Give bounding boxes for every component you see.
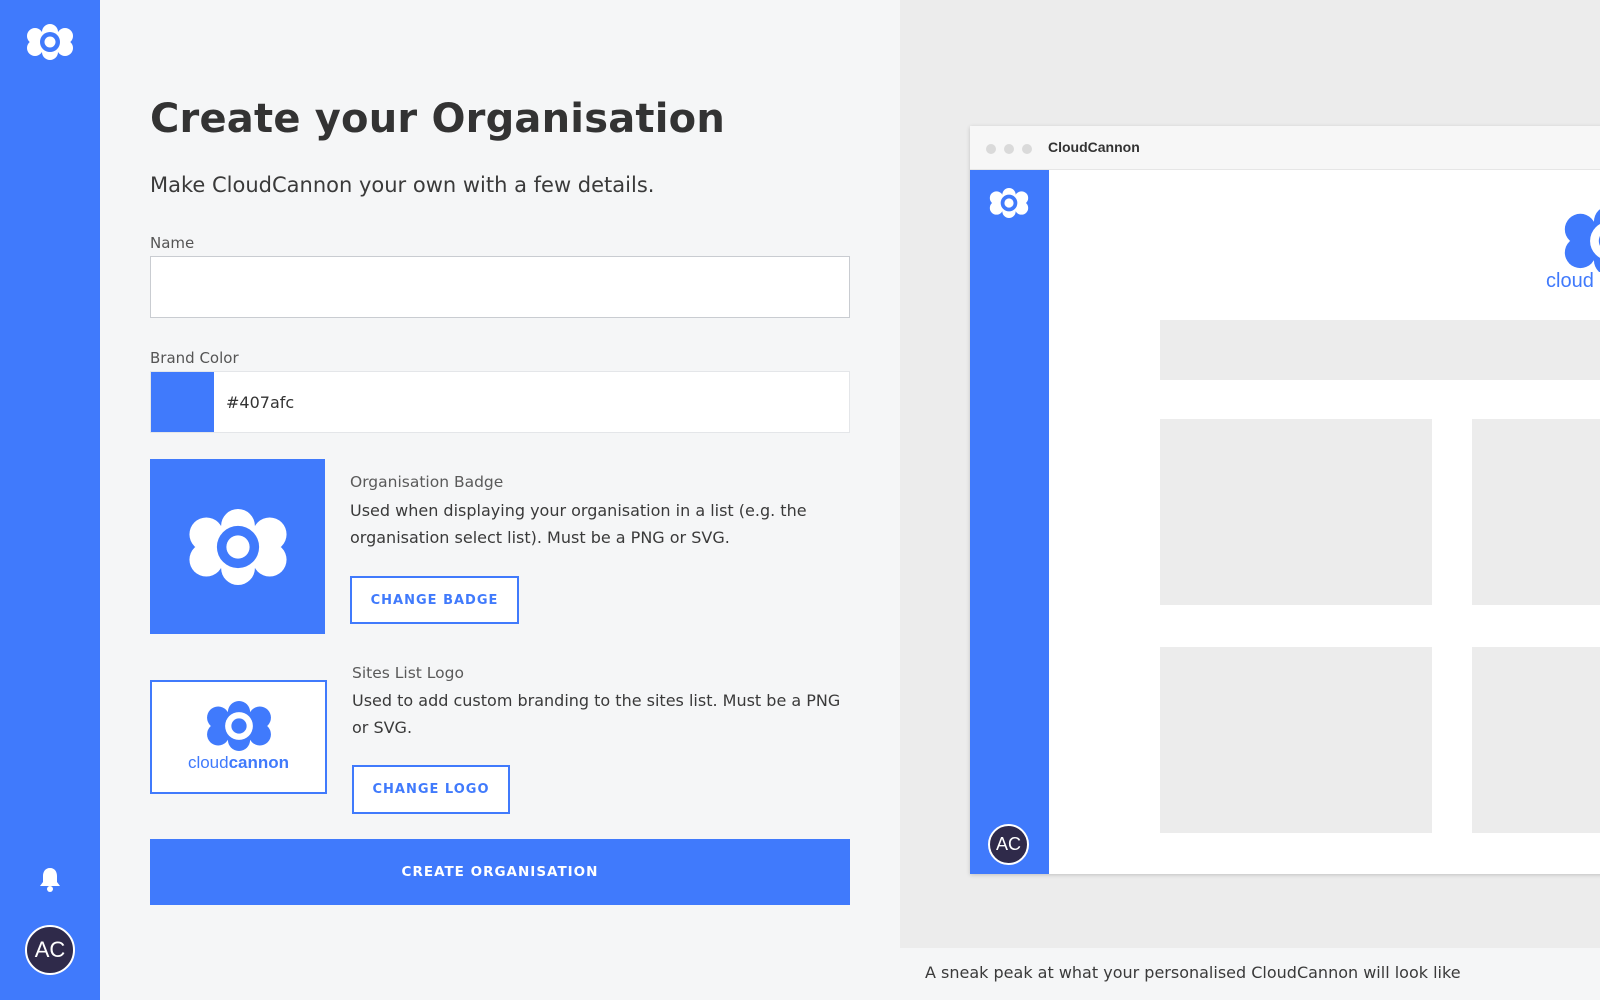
preview-logo-wordmark: cloud (1546, 270, 1594, 292)
placeholder-card (1472, 647, 1600, 833)
create-organisation-form: Create your Organisation Make CloudCanno… (100, 0, 900, 1000)
preview-panel: CloudCannon AC cloud (900, 0, 1600, 948)
create-organisation-button[interactable]: CREATE ORGANISATION (150, 839, 850, 905)
window-dot (1004, 144, 1014, 154)
user-avatar[interactable]: AC (25, 925, 75, 975)
change-logo-button[interactable]: CHANGE LOGO (352, 765, 510, 814)
preview-window: CloudCannon AC cloud (970, 126, 1600, 874)
brand-color-swatch[interactable] (151, 372, 214, 432)
sidebar: AC (0, 0, 100, 1000)
cloudcannon-badge-icon (188, 508, 287, 585)
name-label: Name (150, 234, 195, 252)
logo-description: Used to add custom branding to the sites… (352, 691, 841, 737)
logo-heading: Sites List Logo (352, 664, 464, 682)
page-subtitle: Make CloudCannon your own with a few det… (150, 173, 655, 197)
preview-avatar: AC (988, 824, 1029, 865)
preview-caption: A sneak peak at what your personalised C… (925, 963, 1461, 982)
badge-description: Used when displaying your organisation i… (350, 501, 807, 547)
preview-sidebar: AC (970, 170, 1049, 874)
placeholder-bar (1160, 320, 1600, 380)
preview-window-titlebar: CloudCannon (970, 126, 1600, 170)
cloudcannon-logo-icon (989, 188, 1029, 218)
logo-wordmark: cloudcannon (187, 753, 290, 772)
name-input[interactable] (150, 256, 850, 318)
brand-color-input[interactable] (226, 392, 826, 412)
placeholder-card (1160, 647, 1432, 833)
window-dot (1022, 144, 1032, 154)
cloudcannon-logo-mark-icon (206, 701, 271, 751)
preview-window-title: CloudCannon (1048, 139, 1140, 155)
placeholder-card (1160, 419, 1432, 605)
badge-heading: Organisation Badge (350, 473, 504, 491)
brand-color-label: Brand Color (150, 349, 239, 367)
sites-list-logo-preview: cloudcannon (150, 680, 327, 794)
cloudcannon-logo-mark-icon (1564, 209, 1600, 273)
organisation-badge-preview (150, 459, 325, 634)
placeholder-card (1472, 419, 1600, 605)
page-title: Create your Organisation (150, 96, 725, 142)
window-dot (986, 144, 996, 154)
brand-color-field (150, 371, 850, 433)
preview-brand-logo: cloud (1546, 206, 1600, 293)
bell-icon[interactable] (38, 866, 62, 892)
cloudcannon-logo-icon[interactable] (26, 24, 74, 60)
change-badge-button[interactable]: CHANGE BADGE (350, 576, 519, 624)
